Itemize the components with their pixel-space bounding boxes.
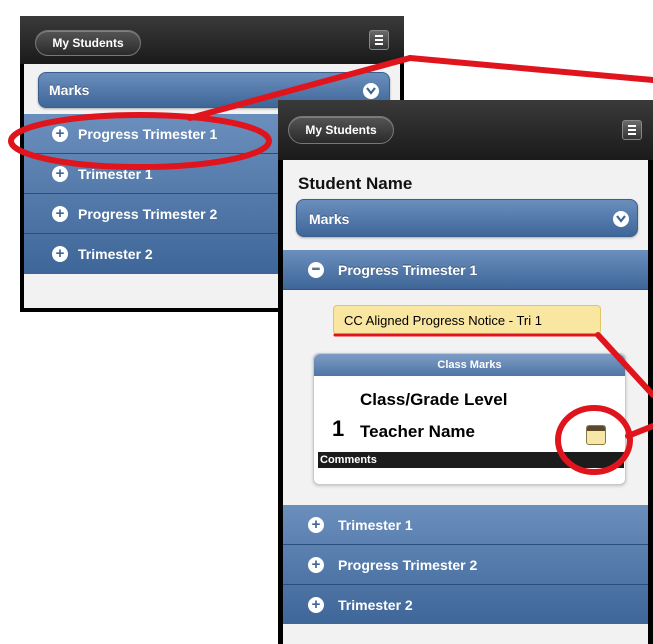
connector-line-top-right <box>407 55 653 83</box>
highlight-ellipse-progress-trimester-1 <box>8 112 272 170</box>
connector-line-top <box>187 55 413 121</box>
highlight-ellipse-notepad-icon <box>555 405 633 475</box>
connector-line-notice <box>595 332 653 398</box>
annotation-overlay <box>8 55 653 475</box>
